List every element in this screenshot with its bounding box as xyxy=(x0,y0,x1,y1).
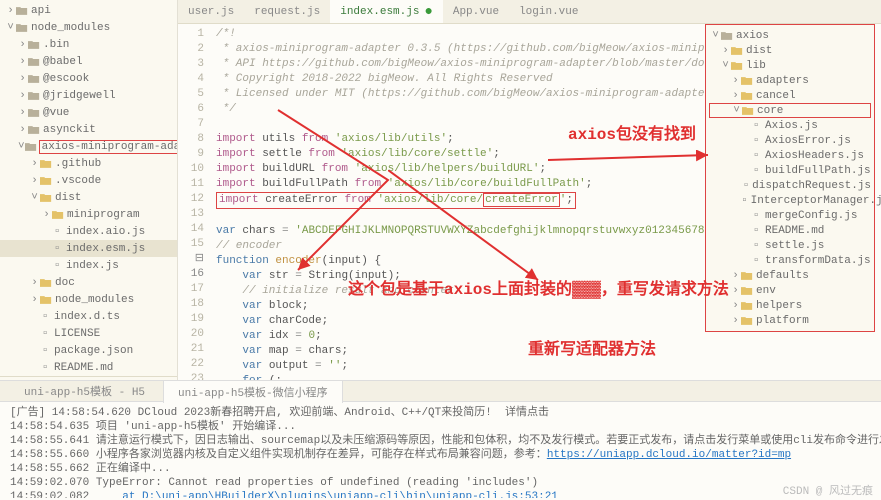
console-output[interactable]: [广告] 14:58:54.620 DCloud 2023新春招聘开启, 欢迎前… xyxy=(0,402,881,498)
tab-user-js[interactable]: user.js xyxy=(178,0,244,23)
tree-item--github[interactable]: ›.github xyxy=(0,155,177,172)
axios-tree-defaults[interactable]: ›defaults xyxy=(709,268,871,283)
axios-tree-env[interactable]: ›env xyxy=(709,283,871,298)
tree-item--babel[interactable]: ›@babel xyxy=(0,53,177,70)
tree-item-dist[interactable]: ˅dist xyxy=(0,189,177,206)
tab-login-vue[interactable]: login.vue xyxy=(509,0,588,23)
tree-item--vue[interactable]: ›@vue xyxy=(0,104,177,121)
sidebar: ›api˅node_modules›.bin›@babel›@escook›@j… xyxy=(0,0,178,380)
axios-tree-axiosheaders-js[interactable]: ▫AxiosHeaders.js xyxy=(709,148,871,163)
console-line: 14:59:02.082 at D:\uni-app\HBuilderX\plu… xyxy=(10,490,871,498)
axios-tree-readme-md[interactable]: ▫README.md xyxy=(709,223,871,238)
line-gutter: 123456789101112131415⊟ 16171819202122232… xyxy=(178,24,210,380)
console-line: 14:58:55.660 小程序各家浏览器内核及自定义组件实现机制存在差异，可能… xyxy=(10,448,871,462)
axios-tree-dist[interactable]: ›dist xyxy=(709,43,871,58)
axios-tree-settle-js[interactable]: ▫settle.js xyxy=(709,238,871,253)
btab[interactable]: uni-app-h5模板 - H5 xyxy=(10,380,159,402)
editor-tabs: user.jsrequest.jsindex.esm.js ●App.vuelo… xyxy=(178,0,881,24)
watermark: CSDN @ 风过无痕 xyxy=(783,482,873,498)
axios-tree-axios-js[interactable]: ▫Axios.js xyxy=(709,118,871,133)
axios-tree-adapters[interactable]: ›adapters xyxy=(709,73,871,88)
tree-item-node-modules[interactable]: ˅node_modules xyxy=(0,19,177,36)
axios-tree-transformdata-js[interactable]: ▫transformData.js xyxy=(709,253,871,268)
console-line: 14:59:02.070 TypeError: Cannot read prop… xyxy=(10,476,871,490)
console-line: 14:58:55.641 请注意运行模式下，因日志输出、sourcemap以及未… xyxy=(10,434,871,448)
tree-item--bin[interactable]: ›.bin xyxy=(0,36,177,53)
axios-tree-core[interactable]: ˅core xyxy=(709,103,871,118)
tree-item--escook[interactable]: ›@escook xyxy=(0,70,177,87)
axios-tree-interceptormanager-js[interactable]: ▫InterceptorManager.js xyxy=(709,193,871,208)
tree-item-index-js[interactable]: ▫index.js xyxy=(0,257,177,274)
console-line: 14:58:55.662 正在编译中... xyxy=(10,462,871,476)
console-line: [广告] 14:58:54.620 DCloud 2023新春招聘开启, 欢迎前… xyxy=(10,406,871,420)
axios-tree-buildfullpath-js[interactable]: ▫buildFullPath.js xyxy=(709,163,871,178)
tree-item-license[interactable]: ▫LICENSE xyxy=(0,325,177,342)
tree-item-miniprogram[interactable]: ›miniprogram xyxy=(0,206,177,223)
axios-tree-axios[interactable]: ˅axios xyxy=(709,28,871,43)
axios-tree-dispatchrequest-js[interactable]: ▫dispatchRequest.js xyxy=(709,178,871,193)
tree-item-api[interactable]: ›api xyxy=(0,2,177,19)
tab-request-js[interactable]: request.js xyxy=(244,0,330,23)
tree-item-package-json[interactable]: ▫package.json xyxy=(0,342,177,359)
tree-item--vscode[interactable]: ›.vscode xyxy=(0,172,177,189)
tree-item-index-esm-js[interactable]: ▫index.esm.js xyxy=(0,240,177,257)
tree-item-doc[interactable]: ›doc xyxy=(0,274,177,291)
tab-index-esm-js[interactable]: index.esm.js ● xyxy=(330,0,443,23)
axios-tree-platform[interactable]: ›platform xyxy=(709,313,871,328)
axios-tree-cancel[interactable]: ›cancel xyxy=(709,88,871,103)
axios-tree-helpers[interactable]: ›helpers xyxy=(709,298,871,313)
tree-item-node-modules[interactable]: ›node_modules xyxy=(0,291,177,308)
console-line: 14:58:54.635 项目 'uni-app-h5模板' 开始编译... xyxy=(10,420,871,434)
axios-tree-mergeconfig-js[interactable]: ▫mergeConfig.js xyxy=(709,208,871,223)
tree-item-readme-md[interactable]: ▫README.md xyxy=(0,359,177,376)
tab-App-vue[interactable]: App.vue xyxy=(443,0,509,23)
axios-tree-lib[interactable]: ˅lib xyxy=(709,58,871,73)
tree-item-asynckit[interactable]: ›asynckit xyxy=(0,121,177,138)
btab[interactable]: uni-app-h5模板-微信小程序 xyxy=(163,380,343,403)
tree-item-index-d-ts[interactable]: ▫index.d.ts xyxy=(0,308,177,325)
axios-package-tree: ˅axios›dist˅lib›adapters›cancel˅core▫Axi… xyxy=(705,24,875,332)
bottom-tabs: uni-app-h5模板 - H5uni-app-h5模板-微信小程序 xyxy=(0,380,881,402)
tree-item--jridgewell[interactable]: ›@jridgewell xyxy=(0,87,177,104)
tree-item-axios-miniprogram-adapter[interactable]: ˅axios-miniprogram-adapter xyxy=(0,138,177,155)
editor-area: user.jsrequest.jsindex.esm.js ●App.vuelo… xyxy=(178,0,881,380)
axios-tree-axioserror-js[interactable]: ▫AxiosError.js xyxy=(709,133,871,148)
tree-item-index-aio-js[interactable]: ▫index.aio.js xyxy=(0,223,177,240)
